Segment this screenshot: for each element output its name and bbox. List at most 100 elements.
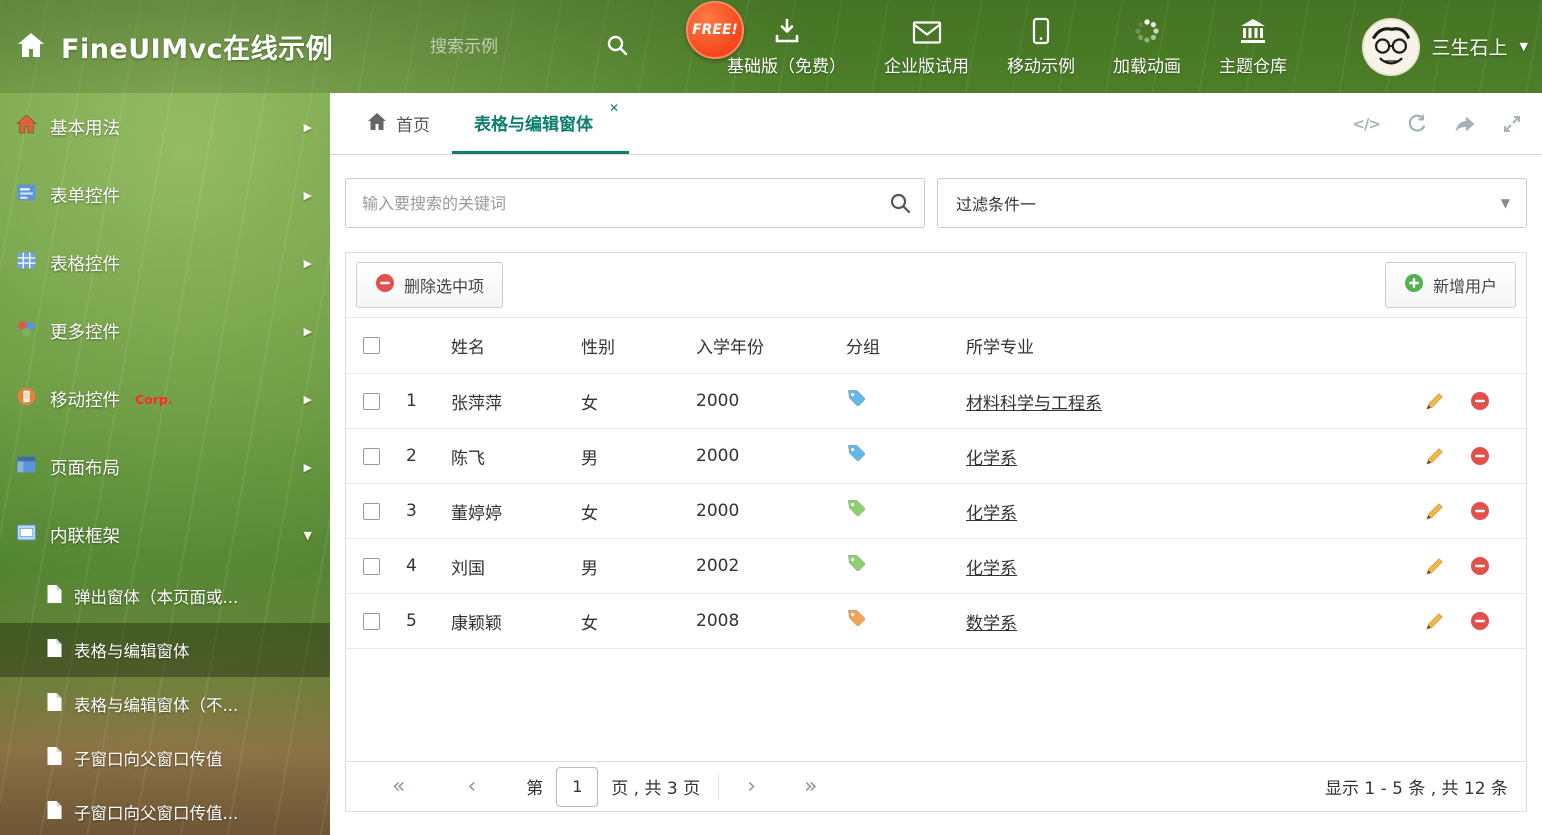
source-code-icon[interactable]: </> bbox=[1352, 115, 1381, 133]
cell-gender: 男 bbox=[581, 448, 598, 469]
sidebar-item-more-controls[interactable]: 更多控件 ▶ bbox=[0, 297, 330, 365]
tab-grid-edit-window[interactable]: 表格与编辑窗体 ✕ bbox=[452, 93, 629, 154]
brand[interactable]: FineUIMvc在线示例 bbox=[16, 0, 333, 93]
sidebar-subitem-child-to-parent[interactable]: 子窗口向父窗口传值 bbox=[0, 731, 330, 785]
form-icon bbox=[16, 182, 37, 208]
search-icon[interactable] bbox=[889, 192, 911, 218]
chevron-right-icon: ▶ bbox=[303, 460, 312, 474]
sidebar-item-grid-controls[interactable]: 表格控件 ▶ bbox=[0, 229, 330, 297]
delete-selected-button[interactable]: 删除选中项 bbox=[356, 262, 504, 308]
app-root: FineUIMvc在线示例 FREE! 基础版（免费） 企业版试用 bbox=[0, 0, 1542, 835]
row-index: 1 bbox=[406, 391, 417, 411]
nav-item-loading-animation[interactable]: 加载动画 bbox=[1113, 17, 1181, 77]
keyword-search-input[interactable] bbox=[345, 178, 925, 228]
cell-year: 2008 bbox=[696, 611, 740, 631]
page-number-input[interactable] bbox=[556, 766, 599, 807]
sidebar-subitem-grid-edit-window-2[interactable]: 表格与编辑窗体（不... bbox=[0, 677, 330, 731]
cell-gender: 女 bbox=[581, 613, 598, 634]
delete-row-icon[interactable] bbox=[1470, 446, 1490, 466]
sidebar-subitem-grid-edit-window[interactable]: 表格与编辑窗体 bbox=[0, 623, 330, 677]
table-row: 2 陈飞 男 2000 化学系 bbox=[346, 429, 1526, 484]
column-header-gender[interactable]: 性别 bbox=[581, 333, 696, 358]
sidebar-item-label: 表单控件 bbox=[50, 186, 120, 207]
delete-row-icon[interactable] bbox=[1470, 611, 1490, 631]
column-header-year[interactable]: 入学年份 bbox=[696, 333, 846, 358]
filter-dropdown-value: 过滤条件一 bbox=[956, 195, 1037, 214]
header-search-input[interactable] bbox=[430, 36, 580, 57]
row-checkbox[interactable] bbox=[363, 502, 380, 520]
sidebar-subitem-popup-window[interactable]: 弹出窗体（本页面或... bbox=[0, 569, 330, 623]
column-header-group[interactable]: 分组 bbox=[846, 333, 966, 358]
header-nav: 基础版（免费） 企业版试用 移动示例 加载动画 主题仓库 bbox=[727, 0, 1287, 93]
tab-home[interactable]: 首页 bbox=[345, 93, 452, 154]
major-link[interactable]: 化学系 bbox=[966, 504, 1017, 524]
file-icon bbox=[46, 584, 63, 608]
nav-item-label: 加载动画 bbox=[1113, 56, 1181, 77]
add-user-label: 新增用户 bbox=[1432, 277, 1497, 296]
sidebar-item-page-layout[interactable]: 页面布局 ▶ bbox=[0, 433, 330, 501]
column-header-name[interactable]: 姓名 bbox=[451, 333, 581, 358]
sidebar-subitem-child-to-parent-2[interactable]: 子窗口向父窗口传值... bbox=[0, 785, 330, 835]
edit-pencil-icon[interactable] bbox=[1425, 501, 1445, 521]
search-icon[interactable] bbox=[606, 34, 628, 60]
tab-bar: 首页 表格与编辑窗体 ✕ </> bbox=[330, 93, 1542, 155]
main-area: 首页 表格与编辑窗体 ✕ </> 输入要搜索的关键词 过滤条件一 ▼ 删除选中项… bbox=[330, 93, 1542, 835]
filter-dropdown[interactable]: 过滤条件一 ▼ bbox=[937, 178, 1527, 228]
row-checkbox[interactable] bbox=[363, 447, 380, 465]
next-page-icon[interactable]: › bbox=[747, 775, 756, 798]
major-link[interactable]: 化学系 bbox=[966, 449, 1017, 469]
select-all-checkbox[interactable] bbox=[363, 337, 380, 354]
edit-pencil-icon[interactable] bbox=[1425, 611, 1445, 631]
header-search bbox=[430, 0, 628, 93]
user-menu[interactable]: 三生石上 ▼ bbox=[1361, 0, 1528, 93]
refresh-icon[interactable] bbox=[1406, 113, 1428, 135]
cell-name: 张萍萍 bbox=[451, 393, 502, 414]
edit-pencil-icon[interactable] bbox=[1425, 556, 1445, 576]
pagination-bar: « ‹ 第 页 , 共 3 页 › » 显示 1 - 5 条 , 共 12 条 bbox=[346, 761, 1526, 811]
filter-row: 过滤条件一 ▼ bbox=[345, 178, 1527, 228]
last-page-icon[interactable]: » bbox=[804, 775, 817, 798]
grid-toolbar: 删除选中项 新增用户 bbox=[346, 253, 1526, 318]
sidebar-item-form-controls[interactable]: 表单控件 ▶ bbox=[0, 161, 330, 229]
sidebar-item-mobile-controls[interactable]: 移动控件 Corp. ▶ bbox=[0, 365, 330, 433]
expand-icon[interactable] bbox=[1502, 114, 1522, 134]
nav-item-mobile-demo[interactable]: 移动示例 bbox=[1007, 17, 1075, 77]
prev-page-icon[interactable]: ‹ bbox=[467, 775, 476, 798]
plus-circle-icon bbox=[1404, 273, 1424, 297]
major-link[interactable]: 材料科学与工程系 bbox=[966, 394, 1102, 414]
delete-row-icon[interactable] bbox=[1470, 501, 1490, 521]
share-forward-icon[interactable] bbox=[1454, 113, 1476, 135]
row-checkbox[interactable] bbox=[363, 557, 380, 575]
sidebar-item-label: 基本用法 bbox=[50, 118, 120, 139]
column-header-major[interactable]: 所学专业 bbox=[966, 333, 1406, 358]
sidebar-item-basic-usage[interactable]: 基本用法 ▶ bbox=[0, 93, 330, 161]
sidebar-item-label: 表格控件 bbox=[50, 254, 120, 275]
nav-item-theme-repo[interactable]: 主题仓库 bbox=[1219, 17, 1287, 77]
sidebar-item-iframe[interactable]: 内联框架 ▼ bbox=[0, 501, 330, 569]
add-user-button[interactable]: 新增用户 bbox=[1384, 262, 1516, 308]
top-header: FineUIMvc在线示例 FREE! 基础版（免费） 企业版试用 bbox=[0, 0, 1542, 93]
nav-item-label: 主题仓库 bbox=[1219, 56, 1287, 77]
tag-icon bbox=[846, 388, 867, 414]
nav-item-label: 基础版（免费） bbox=[727, 56, 846, 77]
major-link[interactable]: 化学系 bbox=[966, 559, 1017, 579]
cell-year: 2002 bbox=[696, 556, 740, 576]
page-total-label: 页 , 共 3 页 bbox=[611, 779, 701, 799]
row-checkbox[interactable] bbox=[363, 392, 380, 410]
nav-item-basic-edition[interactable]: 基础版（免费） bbox=[727, 17, 846, 77]
row-index: 2 bbox=[406, 446, 417, 466]
edit-pencil-icon[interactable] bbox=[1425, 446, 1445, 466]
sidebar-item-label: 移动控件 bbox=[50, 390, 120, 411]
delete-row-icon[interactable] bbox=[1470, 556, 1490, 576]
delete-row-icon[interactable] bbox=[1470, 391, 1490, 411]
major-link[interactable]: 数学系 bbox=[966, 614, 1017, 634]
row-checkbox[interactable] bbox=[363, 612, 380, 630]
chevron-right-icon: ▶ bbox=[303, 392, 312, 406]
nav-item-enterprise-trial[interactable]: 企业版试用 bbox=[884, 17, 969, 77]
cell-year: 2000 bbox=[696, 446, 740, 466]
close-icon[interactable]: ✕ bbox=[609, 101, 619, 115]
first-page-icon[interactable]: « bbox=[392, 775, 405, 798]
bank-icon bbox=[1239, 17, 1267, 45]
nav-item-label: 企业版试用 bbox=[884, 56, 969, 77]
edit-pencil-icon[interactable] bbox=[1425, 391, 1445, 411]
